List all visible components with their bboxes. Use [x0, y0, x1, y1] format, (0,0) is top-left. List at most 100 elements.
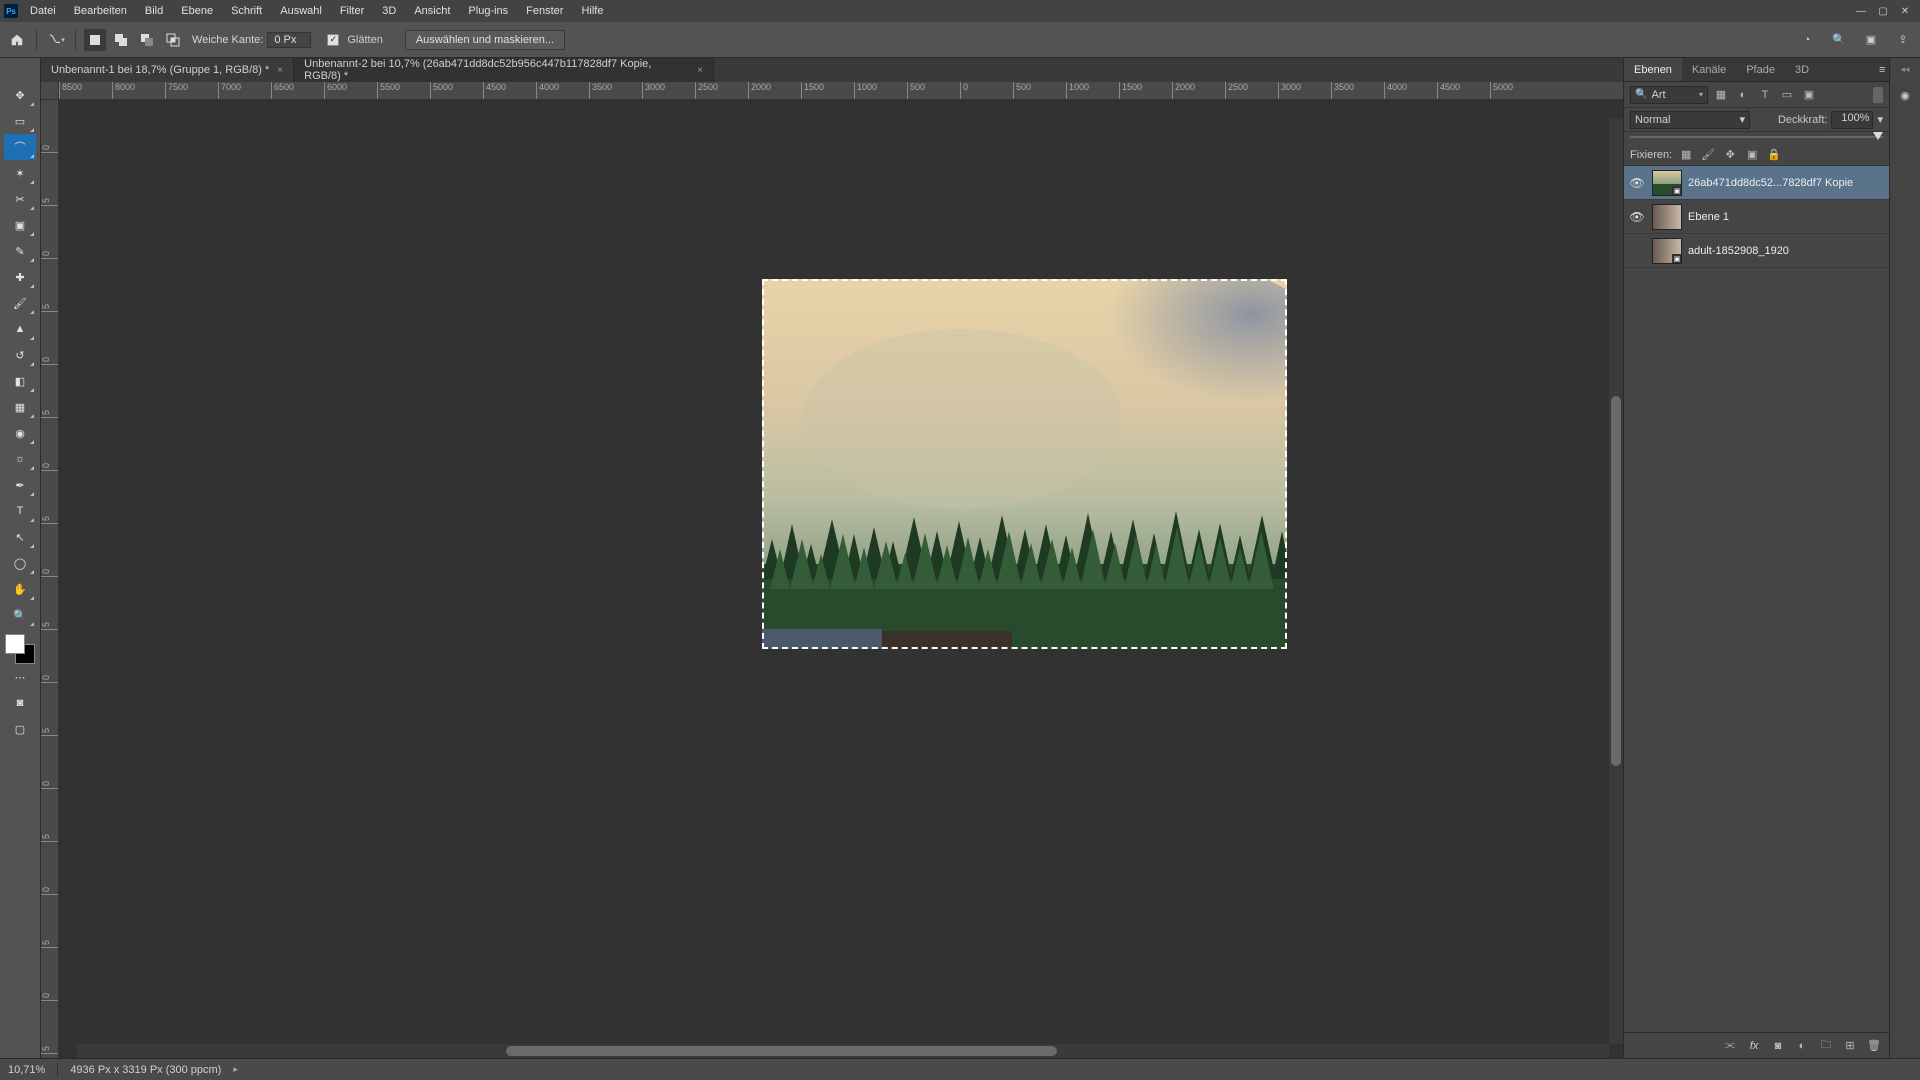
home-button[interactable]	[6, 29, 28, 51]
color-swatch[interactable]	[5, 634, 35, 664]
share-icon[interactable]: ⇪	[1892, 29, 1914, 51]
ruler-origin[interactable]	[41, 82, 59, 100]
hand-tool[interactable]: ✋	[4, 576, 36, 602]
workspace-icon[interactable]: ▣	[1860, 29, 1882, 51]
tool-preset-picker[interactable]: ▾	[45, 29, 67, 51]
menu-schrift[interactable]: Schrift	[223, 0, 270, 22]
selection-add-icon[interactable]	[110, 29, 132, 51]
menu-filter[interactable]: Filter	[332, 0, 372, 22]
select-and-mask-button[interactable]: Auswählen und maskieren...	[405, 30, 565, 50]
vertical-scrollbar[interactable]	[1609, 118, 1623, 1044]
selection-new-icon[interactable]	[84, 29, 106, 51]
layer-name[interactable]: 26ab471dd8dc52...7828df7 Kopie	[1688, 177, 1885, 189]
screen-mode[interactable]: ▢	[4, 716, 36, 742]
selection-subtract-icon[interactable]	[136, 29, 158, 51]
filter-adjust-icon[interactable]: ◐	[1734, 86, 1752, 104]
filter-smart-icon[interactable]: ▣	[1800, 86, 1818, 104]
delete-layer-icon[interactable]: 🗑	[1867, 1039, 1881, 1052]
layer-visibility-icon[interactable]: 👁	[1628, 176, 1646, 190]
maximize-button[interactable]: ▢	[1872, 0, 1894, 22]
status-flyout-icon[interactable]: ▸	[233, 1064, 238, 1075]
type-tool[interactable]: T	[4, 498, 36, 524]
healing-brush-tool[interactable]: ✚	[4, 264, 36, 290]
path-select-tool[interactable]: ↖	[4, 524, 36, 550]
layer-row[interactable]: 👁 ▣ 26ab471dd8dc52...7828df7 Kopie	[1624, 166, 1889, 200]
layer-visibility-icon[interactable]: 👁	[1628, 210, 1646, 224]
layer-name[interactable]: Ebene 1	[1688, 211, 1885, 223]
new-layer-icon[interactable]: ⊞	[1843, 1039, 1857, 1052]
menu-3d[interactable]: 3D	[374, 0, 404, 22]
canvas[interactable]	[59, 100, 1623, 1058]
panel-tab-pfade[interactable]: Pfade	[1736, 58, 1785, 81]
link-layers-icon[interactable]: ⫘	[1723, 1039, 1737, 1052]
panel-menu-icon[interactable]: ≡	[1869, 58, 1889, 81]
horizontal-ruler[interactable]: 8500800075007000650060005500500045004000…	[59, 82, 1623, 100]
opacity-flyout-icon[interactable]: ▾	[1877, 113, 1883, 126]
brush-tool[interactable]: 🖌	[4, 290, 36, 316]
close-tab-icon[interactable]: ×	[697, 65, 703, 76]
layer-thumbnail[interactable]: ▣	[1652, 170, 1682, 196]
eyedropper-tool[interactable]: ✎	[4, 238, 36, 264]
layer-row[interactable]: 👁 Ebene 1	[1624, 200, 1889, 234]
dodge-tool[interactable]: ☼	[4, 446, 36, 472]
cloud-docs-icon[interactable]: ◔	[1796, 29, 1818, 51]
zoom-level[interactable]: 10,71%	[8, 1064, 45, 1076]
close-tab-icon[interactable]: ×	[277, 65, 283, 76]
menu-fenster[interactable]: Fenster	[518, 0, 571, 22]
document-tab-1[interactable]: Unbenannt-2 bei 10,7% (26ab471dd8dc52b95…	[294, 58, 714, 82]
edit-toolbar[interactable]: ⋯	[4, 664, 36, 690]
filter-shape-icon[interactable]: ▭	[1778, 86, 1796, 104]
lock-transparent-icon[interactable]: ▦	[1678, 147, 1694, 163]
feather-input[interactable]	[267, 32, 311, 48]
layer-thumbnail[interactable]: ▣	[1652, 238, 1682, 264]
blur-tool[interactable]: ◉	[4, 420, 36, 446]
menu-plug-ins[interactable]: Plug-ins	[460, 0, 516, 22]
opacity-value[interactable]: 100%	[1831, 111, 1873, 129]
layer-mask-icon[interactable]: ◙	[1771, 1040, 1785, 1052]
layer-group-icon[interactable]: 🗀	[1819, 1036, 1833, 1055]
layer-name[interactable]: adult-1852908_1920	[1688, 245, 1885, 257]
close-window-button[interactable]: ✕	[1894, 0, 1916, 22]
lock-image-icon[interactable]: 🖌	[1700, 147, 1716, 163]
crop-tool[interactable]: ✂	[4, 186, 36, 212]
menu-ansicht[interactable]: Ansicht	[406, 0, 458, 22]
menu-auswahl[interactable]: Auswahl	[272, 0, 330, 22]
layer-thumbnail[interactable]	[1652, 204, 1682, 230]
menu-datei[interactable]: Datei	[22, 0, 64, 22]
shape-tool[interactable]: ◯	[4, 550, 36, 576]
menu-bearbeiten[interactable]: Bearbeiten	[66, 0, 135, 22]
panel-tab-ebenen[interactable]: Ebenen	[1624, 58, 1682, 81]
lasso-tool[interactable]: ⌒	[4, 134, 36, 160]
search-icon[interactable]: 🔍	[1828, 29, 1850, 51]
layer-style-icon[interactable]: fx	[1747, 1040, 1761, 1052]
document-tab-0[interactable]: Unbenannt-1 bei 18,7% (Gruppe 1, RGB/8) …	[41, 58, 294, 82]
antialias-checkbox[interactable]: ✓	[327, 34, 339, 46]
gradient-tool[interactable]: ▦	[4, 394, 36, 420]
selection-intersect-icon[interactable]	[162, 29, 184, 51]
magic-wand-tool[interactable]: ✶	[4, 160, 36, 186]
filter-toggle[interactable]	[1873, 87, 1883, 103]
menu-ebene[interactable]: Ebene	[173, 0, 221, 22]
panel-tab-kanäle[interactable]: Kanäle	[1682, 58, 1736, 81]
panel-tab-3d[interactable]: 3D	[1785, 58, 1819, 81]
learn-panel-icon[interactable]: ◉	[1895, 85, 1915, 105]
layer-filter-kind-select[interactable]: 🔍 Art ▾	[1630, 86, 1708, 104]
quick-mask[interactable]: ◙	[4, 690, 36, 716]
lock-all-icon[interactable]: 🔒	[1766, 147, 1782, 163]
menu-bild[interactable]: Bild	[137, 0, 171, 22]
layer-row[interactable]: ▣ adult-1852908_1920	[1624, 234, 1889, 268]
horizontal-scrollbar[interactable]	[77, 1044, 1609, 1058]
menu-hilfe[interactable]: Hilfe	[573, 0, 611, 22]
adjustment-layer-icon[interactable]: ◐	[1795, 1040, 1809, 1052]
marquee-tool[interactable]: ▭	[4, 108, 36, 134]
filter-type-icon[interactable]: T	[1756, 86, 1774, 104]
history-brush-tool[interactable]: ↺	[4, 342, 36, 368]
opacity-slider[interactable]	[1630, 132, 1883, 142]
eraser-tool[interactable]: ◧	[4, 368, 36, 394]
clone-stamp-tool[interactable]: ▲	[4, 316, 36, 342]
pen-tool[interactable]: ✒	[4, 472, 36, 498]
lock-position-icon[interactable]: ✥	[1722, 147, 1738, 163]
document-dimensions[interactable]: 4936 Px x 3319 Px (300 ppcm)	[70, 1064, 221, 1076]
zoom-tool[interactable]: 🔍	[4, 602, 36, 628]
move-tool[interactable]: ✥	[4, 82, 36, 108]
